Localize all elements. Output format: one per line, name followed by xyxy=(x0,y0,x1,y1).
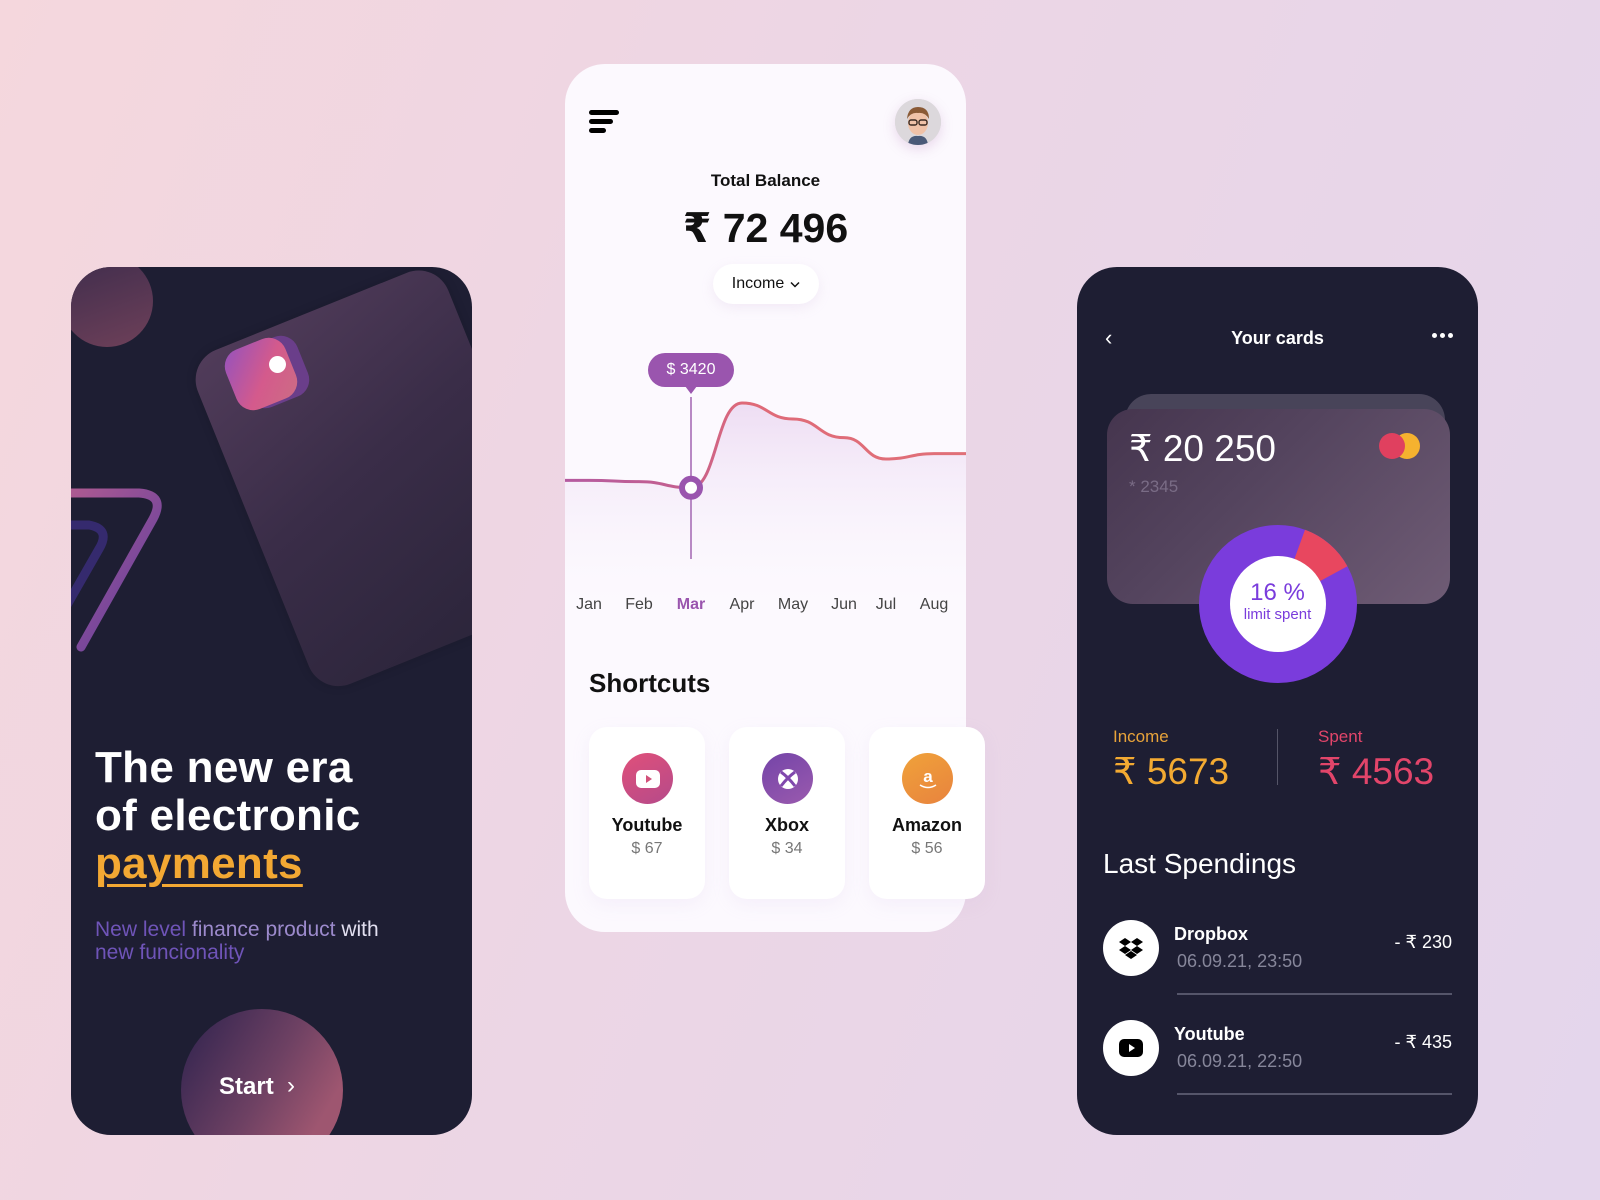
chart-highlight-marker[interactable] xyxy=(679,475,703,500)
chart-point-apr[interactable] xyxy=(736,397,748,409)
shortcut-amount: $ 56 xyxy=(911,840,943,857)
spending-datetime: 06.09.21, 22:50 xyxy=(1177,1051,1303,1071)
card-number: * 2345 xyxy=(1129,477,1179,496)
youtube-icon xyxy=(1103,1020,1159,1076)
spent-value: ₹ 4563 xyxy=(1318,751,1435,792)
subtitle-text: new funcionality xyxy=(95,941,245,964)
shortcut-name: Amazon xyxy=(891,815,962,835)
last-spendings-title: Last Spendings xyxy=(1103,848,1297,879)
shortcut-amount: $ 67 xyxy=(631,840,663,857)
spending-datetime: 06.09.21, 23:50 xyxy=(1177,951,1303,971)
headline-accent: payments xyxy=(95,839,303,888)
chart-point-feb[interactable] xyxy=(633,476,645,488)
chart-tooltip: $ 3420 xyxy=(648,353,734,394)
month-tick-jun[interactable]: Jun xyxy=(831,596,857,614)
spending-item[interactable]: Youtube 06.09.21, 22:50 - ₹ 435 xyxy=(1077,1020,1478,1110)
month-tick-aug[interactable]: Aug xyxy=(920,596,948,614)
chevron-right-icon: › xyxy=(287,1072,295,1099)
svg-text:a: a xyxy=(923,767,933,786)
avatar-portrait-icon xyxy=(895,99,941,145)
headline-line-1: The new era xyxy=(95,743,353,792)
start-label: Start xyxy=(219,1073,274,1100)
month-tick-feb[interactable]: Feb xyxy=(625,596,653,614)
limit-percent: 16 % xyxy=(1250,579,1305,606)
month-axis: Jan Feb Mar Apr May Jun Jul Aug xyxy=(565,596,966,620)
onboarding-subtitle: New level finance product with new funci… xyxy=(95,918,435,964)
limit-label: limit spent xyxy=(1243,606,1312,623)
chart-area xyxy=(565,403,966,619)
start-button[interactable]: Start › xyxy=(181,1009,343,1135)
headline-line-2: of electronic xyxy=(95,791,361,840)
shortcut-name: Youtube xyxy=(611,815,683,835)
more-horizontal-icon[interactable] xyxy=(1432,325,1456,345)
income-value: ₹ 5673 xyxy=(1113,751,1230,792)
shortcut-youtube[interactable]: Youtube $ 67 xyxy=(589,727,705,899)
spending-name: Dropbox xyxy=(1174,924,1248,944)
card-balance: ₹ 20 250 xyxy=(1129,428,1276,469)
user-avatar[interactable] xyxy=(895,99,941,145)
shortcut-name: Xbox xyxy=(764,815,809,835)
menu-icon[interactable] xyxy=(589,110,621,134)
spent-label: Spent xyxy=(1318,727,1363,746)
xbox-icon xyxy=(762,753,813,804)
filter-selected-value: Income xyxy=(731,275,785,292)
tooltip-value: $ 3420 xyxy=(666,361,716,378)
shortcut-xbox[interactable]: Xbox $ 34 xyxy=(729,727,845,899)
month-tick-jan[interactable]: Jan xyxy=(576,596,602,614)
month-tick-apr[interactable]: Apr xyxy=(730,596,755,614)
spending-item[interactable]: Dropbox 06.09.21, 23:50 - ₹ 230 xyxy=(1077,920,1478,1010)
chart-point-aug[interactable] xyxy=(928,448,940,460)
subtitle-text: New level xyxy=(95,918,187,941)
dashboard-screen: Total Balance ₹ 72 496 Income $ 3420 Jan… xyxy=(565,64,985,932)
shortcut-amount: $ 34 xyxy=(771,840,803,857)
chart-point-may[interactable] xyxy=(787,413,799,425)
decorative-triangles xyxy=(71,488,162,652)
income-filter-dropdown[interactable]: Income xyxy=(713,264,819,304)
subtitle-text: finance xyxy=(191,918,260,941)
chart-point-jun[interactable] xyxy=(838,432,850,444)
row-divider xyxy=(1177,993,1452,995)
spending-amount: - ₹ 230 xyxy=(1394,932,1452,952)
amazon-icon: a xyxy=(902,753,953,804)
month-tick-jul[interactable]: Jul xyxy=(876,596,896,614)
month-tick-mar[interactable]: Mar xyxy=(677,596,705,614)
total-balance-label: Total Balance xyxy=(710,171,821,190)
chart-point-jul[interactable] xyxy=(880,453,892,465)
income-line-chart[interactable] xyxy=(565,319,966,619)
cards-screen: ‹ Your cards ₹ 20 250 * 2345 16 % limit … xyxy=(1077,267,1478,1135)
mastercard-icon xyxy=(1379,433,1423,459)
page-title: Your cards xyxy=(1231,328,1324,348)
subtitle-text: product xyxy=(265,918,336,941)
decorative-card xyxy=(186,267,472,696)
shortcuts-title: Shortcuts xyxy=(589,668,711,698)
spending-amount: - ₹ 435 xyxy=(1394,1032,1452,1052)
onboarding-screen: The new era of electronic payments New l… xyxy=(71,267,472,1135)
month-tick-may[interactable]: May xyxy=(778,596,808,614)
card-chip-dot xyxy=(269,356,286,373)
total-balance-value: ₹ 72 496 xyxy=(682,205,849,251)
subtitle-text: with xyxy=(341,918,379,941)
chart-point-jan[interactable] xyxy=(583,474,595,486)
dropbox-icon xyxy=(1103,920,1159,976)
onboarding-headline: The new era of electronic payments xyxy=(95,744,361,888)
row-divider xyxy=(1177,1093,1452,1095)
income-label: Income xyxy=(1113,727,1169,746)
spending-name: Youtube xyxy=(1174,1024,1245,1044)
shortcut-amazon[interactable]: a Amazon $ 56 xyxy=(869,727,985,899)
chevron-down-icon xyxy=(790,281,800,288)
youtube-icon xyxy=(622,753,673,804)
decorative-circle xyxy=(71,267,153,347)
stats-divider xyxy=(1277,729,1278,785)
